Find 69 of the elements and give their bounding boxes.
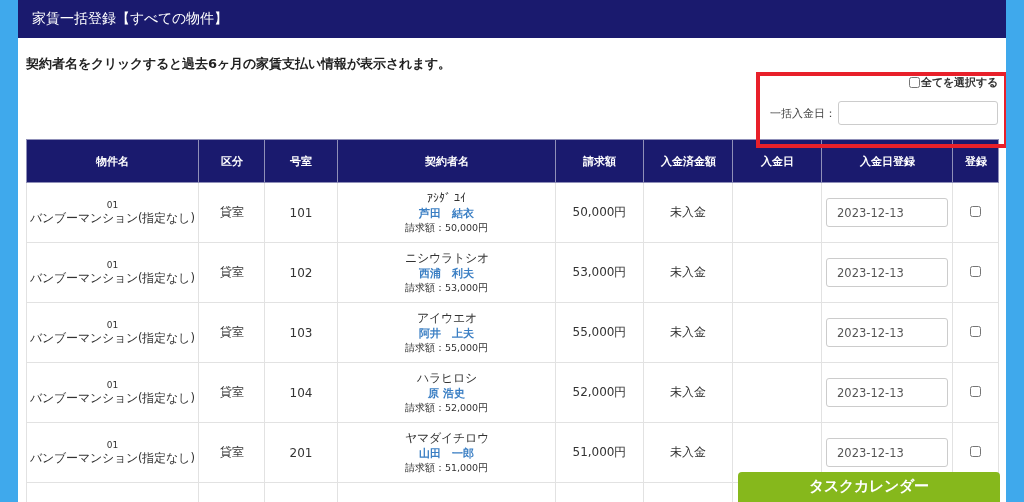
- register-checkbox[interactable]: [970, 445, 981, 457]
- property-code: 01: [106, 379, 119, 390]
- type-cell: 貸室: [219, 445, 244, 459]
- register-checkbox[interactable]: [970, 325, 981, 337]
- type-cell: 貸室: [219, 205, 244, 219]
- tenant-kana: アイウエオ: [416, 310, 477, 325]
- column-header: 入金日: [732, 139, 822, 183]
- tenant-name-link[interactable]: 西浦 利夫: [419, 265, 474, 281]
- tenant-kana: ヤマダイチロウ: [404, 430, 489, 445]
- tenant-kana: ｱｼﾀﾞ ﾕｲ: [426, 190, 467, 205]
- column-header: 請求額: [555, 139, 644, 183]
- task-calendar-button[interactable]: タスクカレンダー: [738, 472, 1000, 502]
- date-field[interactable]: 2023-12-13: [826, 258, 948, 287]
- amount-cell: 55,000円: [572, 325, 627, 339]
- tenant-kana: ニシウラトシオ: [404, 250, 489, 265]
- payment-status: 未入金: [670, 205, 706, 219]
- date-field[interactable]: 2023-12-13: [826, 378, 948, 407]
- column-header: 号室: [264, 139, 338, 183]
- amount-cell: 52,000円: [572, 385, 627, 399]
- billing-note: 請求額：50,000円: [404, 221, 489, 235]
- date-field[interactable]: 2023-12-13: [826, 198, 948, 227]
- amount-cell: 51,000円: [572, 445, 627, 459]
- billing-note: 請求額：53,000円: [404, 281, 489, 295]
- room-cell: 104: [289, 385, 313, 400]
- column-header: 入金済金額: [643, 139, 733, 183]
- amount-cell: 53,000円: [572, 265, 627, 279]
- instruction-text: 契約者名をクリックすると過去6ヶ月の家賃支払い情報が表示されます。: [26, 55, 452, 73]
- payment-status: 未入金: [670, 445, 706, 459]
- payment-status: 未入金: [670, 265, 706, 279]
- tenant-kana: ハラヒロシ: [416, 370, 477, 385]
- room-cell: 103: [289, 325, 313, 340]
- billing-note: 請求額：55,000円: [404, 341, 489, 355]
- column-header: 区分: [198, 139, 265, 183]
- property-name: バンブーマンション(指定なし): [30, 390, 195, 406]
- register-checkbox[interactable]: [970, 385, 981, 397]
- property-name: バンブーマンション(指定なし): [30, 270, 195, 286]
- select-all-checkbox[interactable]: [909, 77, 920, 88]
- payment-status: 未入金: [670, 385, 706, 399]
- property-code: 01: [106, 439, 119, 450]
- property-name: バンブーマンション(指定なし): [30, 450, 195, 466]
- date-field[interactable]: 2023-12-13: [826, 438, 948, 467]
- billing-note: 請求額：52,000円: [404, 401, 489, 415]
- room-cell: 201: [289, 445, 313, 460]
- bulk-date-field[interactable]: [838, 101, 998, 125]
- column-header: 契約者名: [337, 139, 556, 183]
- page-title: 家賃一括登録【すべての物件】: [32, 10, 228, 28]
- tenant-name-link[interactable]: 阿井 上夫: [419, 325, 474, 341]
- tenant-name-link[interactable]: 芦田 結衣: [419, 205, 474, 221]
- property-code: 01: [106, 259, 119, 270]
- billing-note: 請求額：51,000円: [404, 461, 489, 475]
- select-all-label: 全てを選択する: [921, 75, 998, 90]
- property-code: 01: [106, 199, 119, 210]
- room-cell: 101: [289, 205, 313, 220]
- payment-status: 未入金: [670, 325, 706, 339]
- tenant-name-link[interactable]: 原 浩史: [428, 385, 465, 401]
- type-cell: 貸室: [219, 325, 244, 339]
- room-cell: 102: [289, 265, 313, 280]
- property-name: バンブーマンション(指定なし): [30, 210, 195, 226]
- type-cell: 貸室: [219, 385, 244, 399]
- register-checkbox[interactable]: [970, 205, 981, 217]
- register-checkbox[interactable]: [970, 265, 981, 277]
- type-cell: 貸室: [219, 265, 244, 279]
- bulk-date-label: 一括入金日：: [770, 105, 836, 121]
- date-field[interactable]: 2023-12-13: [826, 318, 948, 347]
- property-code: 01: [106, 319, 119, 330]
- tenant-name-link[interactable]: 山田 一郎: [419, 445, 474, 461]
- column-header: 物件名: [26, 139, 199, 183]
- amount-cell: 50,000円: [572, 205, 627, 219]
- property-name: バンブーマンション(指定なし): [30, 330, 195, 346]
